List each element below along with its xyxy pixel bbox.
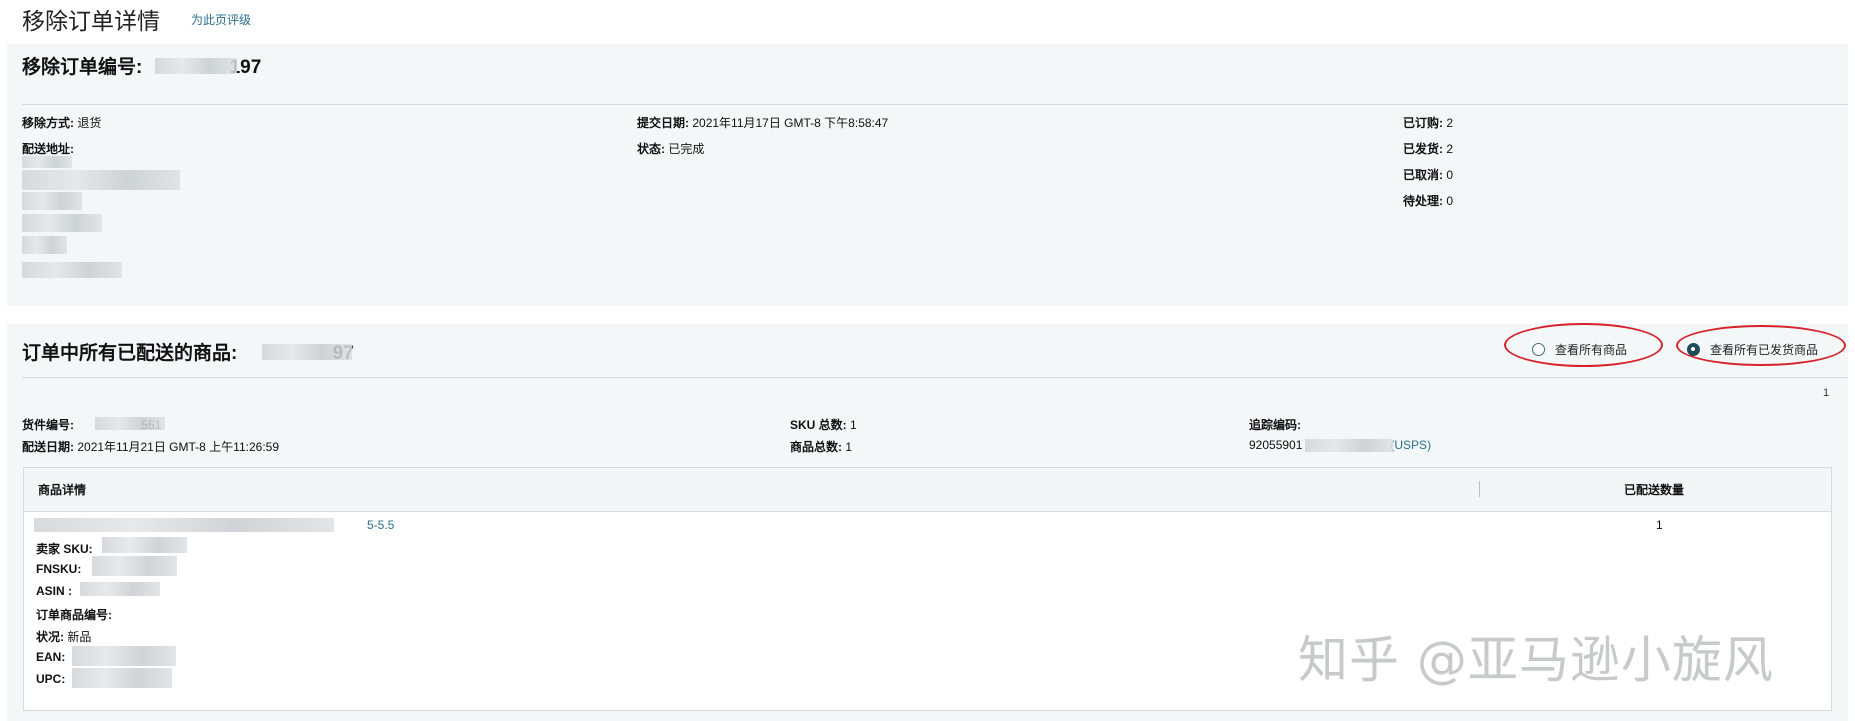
ordered-label: 已订购: [1403, 116, 1443, 130]
ean-label: EAN: [36, 650, 66, 664]
condition-value: 新品 [67, 630, 92, 644]
sku-total-row: SKU 总数: 1 [790, 416, 857, 433]
redacted-address-line [22, 170, 180, 190]
redacted-block [72, 646, 176, 666]
order-item-label: 订单商品编号: [36, 608, 112, 622]
col-header-details: 商品详情 [38, 483, 87, 497]
cancelled-row: 已取消: 0 [1403, 166, 1453, 183]
rate-page-link[interactable]: 为此页评级 [191, 11, 251, 28]
watermark: 知乎 @亚马逊小旋风 [1298, 631, 1774, 689]
removal-method-value: 退货 [77, 116, 102, 130]
redacted-block [102, 537, 187, 553]
redacted-block [155, 58, 237, 74]
divider [22, 104, 1848, 105]
shipped-qty-value: 1 [1656, 518, 1663, 532]
tracking-prefix: 92055901 [1249, 438, 1303, 452]
removal-method-row: 移除方式: 退货 [22, 114, 101, 131]
fnsku-label: FNSKU: [36, 562, 82, 576]
shipped-heading-label: 订单中所有已配送的商品: [22, 343, 238, 364]
order-heading-label: 移除订单编号: [22, 57, 143, 78]
cancelled-label: 已取消: [1403, 168, 1443, 182]
product-title-link[interactable]: 5-5.5 [367, 518, 394, 532]
divider [22, 377, 1848, 378]
annotation-circle [1504, 323, 1663, 367]
redacted-block [80, 582, 160, 596]
redacted-address-line [22, 156, 72, 168]
units-total-label: 商品总数: [790, 440, 842, 454]
pending-value: 0 [1446, 194, 1454, 208]
condition-label: 状况: [36, 630, 64, 644]
pending-label: 待处理: [1403, 194, 1443, 208]
asin-label: ASIN : [36, 584, 72, 598]
pending-row: 待处理: 0 [1403, 192, 1453, 209]
page-title: 移除订单详情 [22, 8, 160, 34]
submit-date-label: 提交日期: [637, 116, 689, 130]
status-label: 状态: [637, 142, 665, 156]
redacted-block [95, 417, 165, 430]
removal-method-label: 移除方式: [22, 116, 74, 130]
condition-row: 状况: 新品 [36, 628, 91, 645]
col-header-qty: 已配送数量 [1624, 483, 1685, 497]
redacted-block [72, 668, 172, 688]
submit-date-value: 2021年11月17日 GMT-8 下午8:58:47 [692, 116, 889, 130]
tracking-label: 追踪编码: [1249, 418, 1301, 432]
annotation-circle [1676, 325, 1846, 366]
ship-date-label: 配送日期: [22, 440, 74, 454]
submit-date-row: 提交日期: 2021年11月17日 GMT-8 下午8:58:47 [637, 114, 888, 131]
shipped-row: 已发货: 2 [1403, 140, 1453, 157]
shipping-address-label: 配送地址: [22, 142, 74, 156]
page-number[interactable]: 1 [1823, 387, 1829, 399]
redacted-address-line [22, 214, 102, 232]
column-divider [1479, 481, 1480, 497]
seller-sku-label: 卖家 SKU: [36, 542, 93, 556]
sku-total-label: SKU 总数: [790, 418, 847, 432]
sku-total-value: 1 [850, 418, 857, 432]
ordered-row: 已订购: 2 [1403, 114, 1453, 131]
redacted-product-title [34, 518, 334, 532]
table-header: 商品详情 已配送数量 [24, 468, 1831, 512]
ship-date-row: 配送日期: 2021年11月21日 GMT-8 上午11:26:59 [22, 438, 279, 455]
redacted-address-line [22, 262, 122, 278]
redacted-block [1305, 439, 1393, 452]
shipped-value: 2 [1446, 142, 1454, 156]
status-value: 已完成 [668, 142, 705, 156]
units-total-row: 商品总数: 1 [790, 438, 852, 455]
shipment-no-label: 货件编号: [22, 418, 74, 432]
carrier-link[interactable]: (USPS) [1390, 438, 1431, 452]
redacted-block [92, 556, 177, 576]
ship-date-value: 2021年11月21日 GMT-8 上午11:26:59 [77, 440, 280, 454]
redacted-block [262, 344, 352, 360]
redacted-address-line [22, 192, 82, 210]
shipped-label: 已发货: [1403, 142, 1443, 156]
redacted-address-line [22, 236, 67, 254]
removal-order-panel: 移除订单编号: 197 移除方式: 退货 配送地址: 提交日期: 2021年11… [7, 44, 1848, 306]
cancelled-value: 0 [1446, 168, 1454, 182]
upc-label: UPC: [36, 672, 66, 686]
status-row: 状态: 已完成 [637, 140, 704, 157]
ordered-value: 2 [1446, 116, 1454, 130]
units-total-value: 1 [845, 440, 853, 454]
